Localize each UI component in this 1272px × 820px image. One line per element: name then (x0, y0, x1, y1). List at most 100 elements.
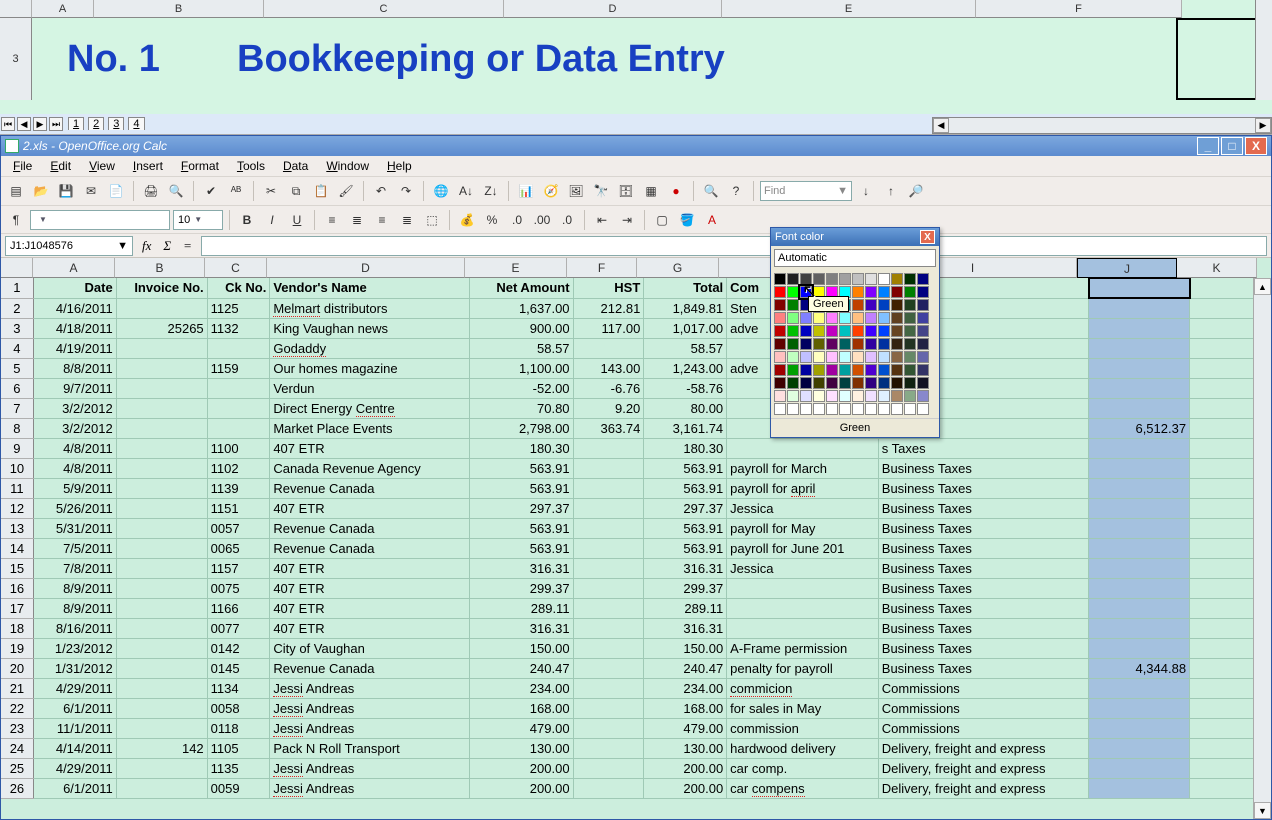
cell-F24[interactable] (573, 738, 644, 758)
cell-J4[interactable] (1089, 338, 1190, 358)
cell-A12[interactable]: 5/26/2011 (33, 498, 116, 518)
cell-G4[interactable]: 58.57 (644, 338, 727, 358)
cell-A22[interactable]: 6/1/2011 (33, 698, 116, 718)
cell-D16[interactable]: 407 ETR (270, 578, 470, 598)
swatch[interactable] (852, 403, 864, 415)
swatch[interactable] (839, 364, 851, 376)
swatch[interactable] (917, 338, 929, 350)
swatch[interactable] (813, 403, 825, 415)
cell-G9[interactable]: 180.30 (644, 438, 727, 458)
save-icon[interactable]: 💾 (55, 180, 77, 202)
cell-C10[interactable]: 1102 (207, 458, 270, 478)
cell-E21[interactable]: 234.00 (470, 678, 573, 698)
cell-A8[interactable]: 3/2/2012 (33, 418, 116, 438)
cell-F17[interactable] (573, 598, 644, 618)
cell-I9[interactable]: s Taxes (878, 438, 1088, 458)
cell-F2[interactable]: 212.81 (573, 298, 644, 318)
cell-D8[interactable]: Market Place Events (270, 418, 470, 438)
cell-A6[interactable]: 9/7/2011 (33, 378, 116, 398)
borders-icon[interactable]: ▢ (651, 209, 673, 231)
cell-A9[interactable]: 4/8/2011 (33, 438, 116, 458)
hscroll-left[interactable]: ◀ (933, 118, 949, 133)
swatch[interactable] (878, 377, 890, 389)
cell-C2[interactable]: 1125 (207, 298, 270, 318)
cell-I10[interactable]: Business Taxes (878, 458, 1088, 478)
cell-I24[interactable]: Delivery, freight and express (878, 738, 1088, 758)
swatch[interactable] (774, 299, 786, 311)
cell-I15[interactable]: Business Taxes (878, 558, 1088, 578)
swatch[interactable] (917, 312, 929, 324)
cell-I13[interactable]: Business Taxes (878, 518, 1088, 538)
preview-icon[interactable]: 🔍 (165, 180, 187, 202)
menu-insert[interactable]: Insert (125, 157, 171, 175)
swatch[interactable] (800, 273, 812, 285)
row-header-26[interactable]: 26 (1, 778, 33, 798)
col-header-K[interactable]: K (1177, 258, 1257, 278)
cell-B18[interactable] (116, 618, 207, 638)
cell-A21[interactable]: 4/29/2011 (33, 678, 116, 698)
fc-swatch-grid[interactable] (771, 270, 939, 418)
cell-E25[interactable]: 200.00 (470, 758, 573, 778)
inc-indent-icon[interactable]: ⇥ (616, 209, 638, 231)
name-box[interactable]: J1:J1048576▼ (5, 236, 133, 256)
cell-C13[interactable]: 0057 (207, 518, 270, 538)
record-icon[interactable]: ● (665, 180, 687, 202)
sheet-tab-2[interactable]: 2 (88, 117, 104, 130)
cell-C3[interactable]: 1132 (207, 318, 270, 338)
cell-C16[interactable]: 0075 (207, 578, 270, 598)
swatch[interactable] (878, 325, 890, 337)
cell-E8[interactable]: 2,798.00 (470, 418, 573, 438)
cell-H25[interactable]: car comp. (727, 758, 879, 778)
cell-D17[interactable]: 407 ETR (270, 598, 470, 618)
help-icon[interactable]: ? (725, 180, 747, 202)
cell-I20[interactable]: Business Taxes (878, 658, 1088, 678)
swatch[interactable] (904, 403, 916, 415)
cell-G18[interactable]: 316.31 (644, 618, 727, 638)
row-header-21[interactable]: 21 (1, 678, 33, 698)
swatch[interactable] (774, 338, 786, 350)
row-header-6[interactable]: 6 (1, 378, 33, 398)
cell-J3[interactable] (1089, 318, 1190, 338)
navigator-icon[interactable]: 🧭 (540, 180, 562, 202)
swatch[interactable] (787, 338, 799, 350)
menu-window[interactable]: Window (318, 157, 377, 175)
header-cell[interactable]: Net Amount (470, 278, 573, 298)
swatch[interactable] (826, 312, 838, 324)
swatch[interactable] (852, 338, 864, 350)
cell-B16[interactable] (116, 578, 207, 598)
header-cell[interactable]: Ck No. (207, 278, 270, 298)
swatch[interactable] (878, 312, 890, 324)
cell-J22[interactable] (1089, 698, 1190, 718)
currency-icon[interactable]: 💰 (456, 209, 478, 231)
cell-E6[interactable]: -52.00 (470, 378, 573, 398)
cell-I23[interactable]: Commissions (878, 718, 1088, 738)
menu-edit[interactable]: Edit (42, 157, 79, 175)
align-right-icon[interactable]: ≡ (371, 209, 393, 231)
cell-D14[interactable]: Revenue Canada (270, 538, 470, 558)
cell-B6[interactable] (116, 378, 207, 398)
undo-icon[interactable]: ↶ (370, 180, 392, 202)
cell-G20[interactable]: 240.47 (644, 658, 727, 678)
cell-D18[interactable]: 407 ETR (270, 618, 470, 638)
cell-E24[interactable]: 130.00 (470, 738, 573, 758)
swatch[interactable] (904, 351, 916, 363)
swatch[interactable] (891, 364, 903, 376)
swatch[interactable] (852, 377, 864, 389)
swatch[interactable] (891, 286, 903, 298)
bgcolor-icon[interactable]: 🪣 (676, 209, 698, 231)
fontcolor-icon[interactable]: A (701, 209, 723, 231)
scroll-down[interactable]: ▼ (1254, 802, 1271, 819)
cell-B17[interactable] (116, 598, 207, 618)
cell-H14[interactable]: payroll for June 201 (727, 538, 879, 558)
cell-C17[interactable]: 1166 (207, 598, 270, 618)
swatch[interactable] (904, 325, 916, 337)
cell-F11[interactable] (573, 478, 644, 498)
cell-E15[interactable]: 316.31 (470, 558, 573, 578)
cell-H17[interactable] (727, 598, 879, 618)
row-header-2[interactable]: 2 (1, 298, 33, 318)
cell-F23[interactable] (573, 718, 644, 738)
cell-J7[interactable] (1089, 398, 1190, 418)
tab-nav-prev[interactable]: ◀ (17, 117, 31, 131)
font-color-panel[interactable]: Font color X Automatic Green (770, 227, 940, 438)
swatch[interactable] (813, 377, 825, 389)
